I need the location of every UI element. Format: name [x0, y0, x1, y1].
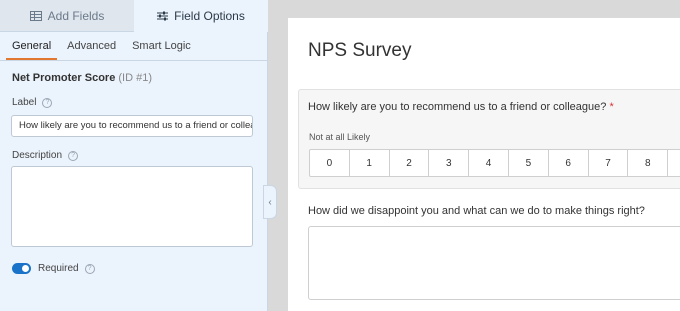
nps-scale: 0 1 2 3 4 5 6 7 8 9 [309, 149, 680, 177]
chevron-left-icon: ‹ [268, 196, 272, 208]
nps-low-label: Not at all Likely [309, 132, 371, 142]
label-caption-row: Label ? [12, 97, 53, 108]
required-marker: * [609, 101, 614, 113]
nps-option[interactable]: 4 [468, 149, 509, 177]
nps-option[interactable]: 1 [348, 149, 390, 177]
panel-tabs: Add Fields Field Options [0, 0, 268, 32]
field-name: Net Promoter Score [12, 72, 116, 84]
field-heading: Net Promoter Score (ID #1) [12, 72, 152, 84]
subtab-general[interactable]: General [5, 38, 58, 60]
form-preview: NPS Survey How likely are you to recomme… [288, 18, 680, 311]
tab-field-options[interactable]: Field Options [134, 0, 268, 32]
description-caption: Description [12, 150, 63, 161]
nps-option[interactable]: 6 [547, 149, 589, 177]
form-title: NPS Survey [308, 40, 412, 61]
nps-option[interactable]: 3 [428, 149, 470, 177]
nps-question: How likely are you to recommend us to a … [308, 101, 614, 113]
tab-add-fields-label: Add Fields [47, 8, 105, 23]
help-icon[interactable]: ? [42, 97, 53, 108]
tab-field-options-label: Field Options [174, 9, 245, 23]
followup-question: How did we disappoint you and what can w… [308, 205, 645, 217]
tab-add-fields[interactable]: Add Fields [0, 0, 134, 32]
sliders-icon [157, 11, 169, 21]
subtab-smart-logic[interactable]: Smart Logic [132, 38, 191, 60]
field-options-panel: Add Fields Field Options General Advance… [0, 0, 268, 311]
help-icon[interactable]: ? [68, 150, 79, 161]
nps-option[interactable]: 8 [627, 149, 669, 177]
required-label: Required [38, 263, 79, 274]
label-input[interactable]: How likely are you to recommend us to a … [11, 115, 253, 137]
nps-option[interactable]: 7 [587, 149, 629, 177]
subtab-advanced[interactable]: Advanced [67, 38, 116, 60]
table-icon [29, 10, 42, 21]
required-label-row: Required ? [38, 263, 95, 274]
nps-option[interactable]: 0 [309, 149, 350, 177]
nps-question-text: How likely are you to recommend us to a … [308, 101, 607, 113]
field-id: (ID #1) [118, 72, 152, 84]
options-subtabs: General Advanced Smart Logic [5, 38, 191, 60]
description-textarea[interactable] [11, 166, 253, 247]
followup-textarea[interactable] [308, 226, 680, 300]
nps-option[interactable]: 5 [507, 149, 549, 177]
label-caption: Label [12, 97, 37, 108]
required-toggle[interactable] [12, 263, 31, 274]
nps-option[interactable]: 2 [388, 149, 430, 177]
description-caption-row: Description ? [12, 150, 79, 161]
subtab-divider [0, 60, 268, 61]
help-icon[interactable]: ? [84, 263, 95, 274]
collapse-panel-button[interactable]: ‹ [263, 185, 277, 219]
nps-option[interactable]: 9 [667, 149, 680, 177]
